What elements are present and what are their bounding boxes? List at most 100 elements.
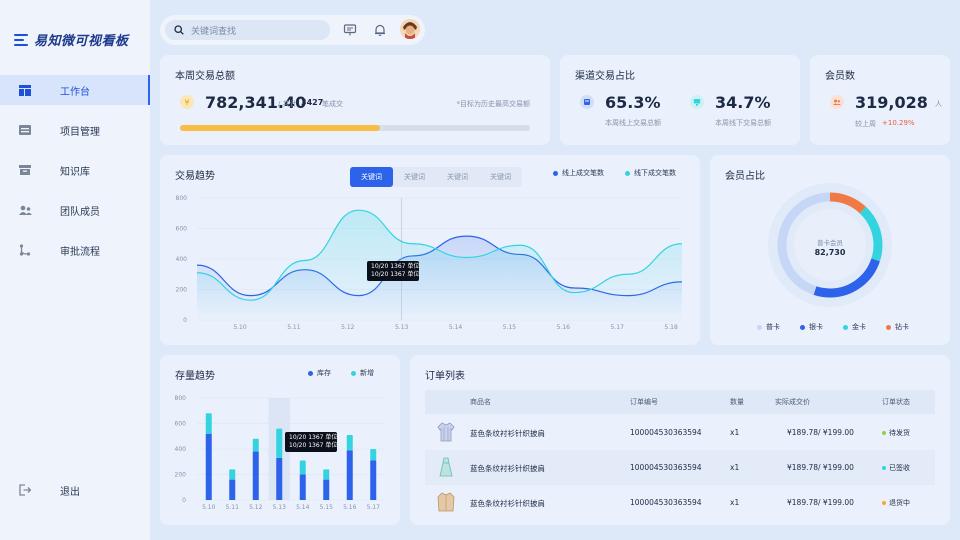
online-label: 本周线上交易总额 <box>605 119 661 127</box>
x-tick-label: 5.11 <box>226 504 240 511</box>
status-badge: 待发货 <box>882 428 910 438</box>
x-tick-label: 5.14 <box>296 504 310 511</box>
y-tick-label: 600 <box>175 421 187 428</box>
legend-dot <box>843 324 848 330</box>
sidebar-item-approval[interactable]: 审批流程 <box>0 235 150 265</box>
trend-tooltip: 10/20 1367 单位 10/20 1367 单位 <box>367 261 419 281</box>
legend-label: 银卡 <box>809 323 823 331</box>
card-title: 本周交易总额 <box>175 71 235 82</box>
y-tick-label: 400 <box>176 256 188 263</box>
x-tick-label: 5.17 <box>367 504 381 511</box>
x-tick-label: 5.18 <box>664 324 678 331</box>
inventory-chart: 800 600 400 200 0 5.10 5.11 5.12 5.13 5.14 5.15 5.1… <box>175 395 385 511</box>
folder-icon <box>18 123 32 137</box>
target-note: *目标为历史最高交易额 <box>456 100 531 108</box>
progress-fill <box>180 125 380 131</box>
legend-label: 钻卡 <box>895 323 909 331</box>
status-dot <box>882 466 886 470</box>
member-unit: 人 <box>935 100 942 108</box>
donut-center-value: 82,730 <box>814 248 846 257</box>
order-list-card: 订单列表 商品名 订单编号 数量 实际成交价 订单状态 蓝色条纹衬衫针织披肩 1… <box>410 355 950 525</box>
column-header: 商品名 <box>470 398 491 406</box>
x-tick-label: 5.13 <box>395 324 409 331</box>
x-tick-label: 5.11 <box>287 324 301 331</box>
x-tick-label: 5.15 <box>503 324 517 331</box>
dress-icon <box>439 457 453 477</box>
order-number: 100004530363594 <box>630 463 702 472</box>
card-title: 会员数 <box>825 71 855 82</box>
dashboard-icon <box>18 83 32 97</box>
sidebar-item-label: 团队成员 <box>60 206 100 218</box>
message-icon[interactable] <box>343 23 357 37</box>
x-tick-label: 5.12 <box>249 504 263 511</box>
y-tick-label: 600 <box>176 226 188 233</box>
sidebar-item-projects[interactable]: 项目管理 <box>0 115 150 145</box>
bell-icon[interactable] <box>373 23 387 37</box>
order-number: 100004530363594 <box>630 428 702 437</box>
product-name: 蓝色条纹衬衫针织披肩 <box>470 464 545 473</box>
x-tick-label: 5.10 <box>202 504 216 511</box>
logo-icon <box>14 33 28 47</box>
status-label: 退货中 <box>889 499 910 507</box>
bar-new <box>370 449 377 461</box>
count-prefix: / 共计 <box>278 100 297 108</box>
x-tick-label: 5.12 <box>341 324 355 331</box>
online-pct: 65.3% <box>605 93 661 112</box>
shirt-icon <box>437 422 455 442</box>
search-placeholder: 关键词查找 <box>191 26 237 37</box>
avatar[interactable] <box>400 19 420 39</box>
tooltip-line: 10/20 1367 单位 <box>289 442 338 449</box>
x-tick-label: 5.16 <box>343 504 357 511</box>
sidebar: 易知微可视看板 工作台 项目管理 知识库 团队成员 审批流程 退出 <box>0 0 150 540</box>
card-title: 渠道交易占比 <box>575 71 635 82</box>
bar-new <box>276 428 283 458</box>
store-icon <box>580 95 594 109</box>
column-header: 订单状态 <box>882 398 910 406</box>
offline-pct: 34.7% <box>715 93 771 112</box>
bar-new <box>252 438 259 452</box>
status-label: 已签收 <box>889 464 910 472</box>
table-row[interactable]: 蓝色条纹衬衫针织披肩 100004530363594 x1 ¥189.78 / … <box>425 485 935 520</box>
sidebar-item-team[interactable]: 团队成员 <box>0 195 150 225</box>
inventory-card: 存量趋势 库存 新增 800 600 400 200 0 5.10 5.11 5.12 5.13… <box>160 355 400 525</box>
y-tick-label: 200 <box>175 472 187 479</box>
legend-dot <box>886 324 891 330</box>
search-icon <box>174 25 184 35</box>
archive-icon <box>18 163 32 177</box>
bar-stock <box>323 479 330 500</box>
logout-button[interactable]: 退出 <box>0 475 150 505</box>
x-tick-label: 5.14 <box>449 324 463 331</box>
bar-new <box>346 434 353 451</box>
table-row[interactable]: 蓝色条纹衬衫针织披肩 100004530363594 x1 ¥189.78 / … <box>425 450 935 485</box>
sidebar-item-workbench[interactable]: 工作台 <box>0 75 150 105</box>
inventory-tooltip: 10/20 1367 单位 10/20 1367 单位 <box>285 432 337 452</box>
price: ¥189.78 <box>787 428 819 437</box>
sidebar-item-knowledge[interactable]: 知识库 <box>0 155 150 185</box>
bar-new <box>205 413 212 434</box>
table-header: 商品名 订单编号 数量 实际成交价 订单状态 <box>425 390 935 414</box>
legend-diamond: 钻卡 <box>886 322 909 332</box>
original-price: / ¥199.00 <box>818 428 854 437</box>
sidebar-item-label: 项目管理 <box>60 126 100 138</box>
status-badge: 已签收 <box>882 463 910 473</box>
column-header: 数量 <box>730 398 744 406</box>
y-tick-label: 800 <box>176 195 188 202</box>
y-tick-label: 400 <box>175 446 187 453</box>
legend-label: 普卡 <box>766 323 780 331</box>
search-input[interactable]: 关键词查找 <box>165 20 330 40</box>
bar-stock <box>276 457 283 500</box>
monitor-icon <box>690 95 704 109</box>
members-icon <box>830 95 844 109</box>
logo[interactable]: 易知微可视看板 <box>14 30 129 49</box>
original-price: / ¥199.00 <box>818 498 854 507</box>
bar-new <box>323 469 330 480</box>
x-tick-label: 5.13 <box>273 504 287 511</box>
member-count: 319,028 <box>855 93 928 112</box>
table-row[interactable]: 蓝色条纹衬衫针织披肩 100004530363594 x1 ¥189.78 / … <box>425 415 935 450</box>
legend-dot <box>800 324 805 330</box>
legend-gold: 金卡 <box>843 322 866 332</box>
card-title: 订单列表 <box>425 371 465 382</box>
weekly-total-card: 本周交易总额 ¥ 782,341.40 / 共计 3427 笔成交 *目标为历史… <box>160 55 550 145</box>
price: ¥189.78 <box>787 463 819 472</box>
order-number: 100004530363594 <box>630 498 702 507</box>
